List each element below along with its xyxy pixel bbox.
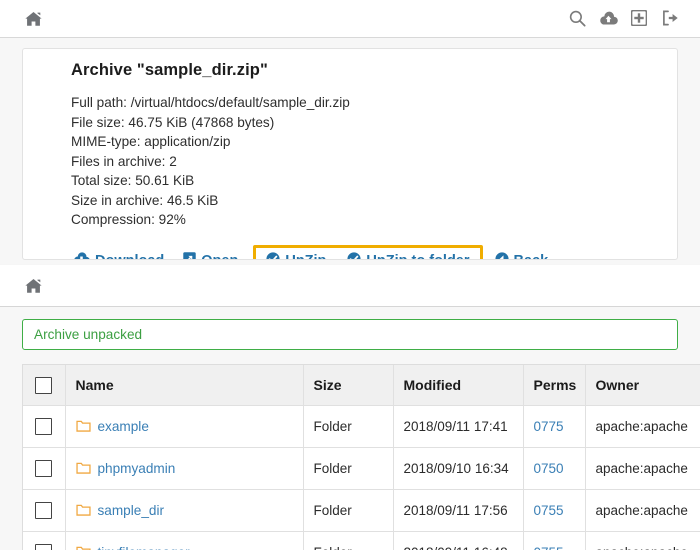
row-checkbox[interactable]	[35, 544, 52, 550]
header-name[interactable]: Name	[65, 365, 303, 405]
unzip-actions-highlight: UnZip UnZip to folder	[253, 245, 482, 261]
row-size: Folder	[303, 531, 393, 550]
open-label: Open	[201, 253, 238, 261]
folder-icon	[76, 462, 91, 474]
row-modified: 2018/09/10 16:34	[393, 447, 523, 489]
row-perms-cell: 0775	[523, 405, 585, 447]
perms-link[interactable]: 0755	[534, 545, 564, 550]
file-name-link[interactable]: sample_dir	[98, 503, 165, 518]
file-table-head: Name Size Modified Perms Owner	[23, 365, 700, 405]
archive-title: Archive "sample_dir.zip"	[71, 61, 677, 80]
second-navbar	[0, 265, 700, 307]
top-navbar	[0, 0, 700, 38]
unzip-to-folder-link[interactable]: UnZip to folder	[345, 249, 471, 261]
external-link-icon	[183, 252, 196, 260]
check-circle-icon	[266, 252, 280, 261]
search-icon[interactable]	[567, 7, 587, 29]
cloud-download-icon	[73, 252, 90, 260]
file-name-link[interactable]: phpmyadmin	[98, 461, 176, 476]
row-select-cell	[23, 489, 65, 531]
perms-link[interactable]: 0755	[534, 503, 564, 518]
home-icon[interactable]	[22, 275, 44, 297]
header-perms[interactable]: Perms	[523, 365, 585, 405]
row-size: Folder	[303, 489, 393, 531]
row-size: Folder	[303, 447, 393, 489]
header-size[interactable]: Size	[303, 365, 393, 405]
status-alert: Archive unpacked	[22, 319, 678, 350]
file-table-body: example Folder 2018/09/11 17:41 0775 apa…	[23, 405, 700, 550]
open-link[interactable]: Open	[181, 249, 240, 260]
archive-detail-full-path: Full path: /virtual/htdocs/default/sampl…	[71, 93, 677, 113]
unzip-to-folder-label: UnZip to folder	[366, 253, 469, 261]
row-name-cell: phpmyadmin	[65, 447, 303, 489]
row-size: Folder	[303, 405, 393, 447]
table-row: sample_dir Folder 2018/09/11 17:56 0755 …	[23, 489, 700, 531]
row-checkbox[interactable]	[35, 418, 52, 435]
archive-info-area: Archive "sample_dir.zip" Full path: /vir…	[0, 38, 700, 265]
sign-out-icon[interactable]	[660, 7, 680, 29]
header-modified[interactable]: Modified	[393, 365, 523, 405]
row-perms-cell: 0755	[523, 489, 585, 531]
topbar-actions	[567, 7, 680, 29]
home-icon[interactable]	[22, 8, 44, 30]
screen: Archive "sample_dir.zip" Full path: /vir…	[0, 0, 700, 550]
row-checkbox[interactable]	[35, 502, 52, 519]
folder-icon	[76, 504, 91, 516]
archive-detail-compression: Compression: 92%	[71, 210, 677, 230]
row-perms-cell: 0755	[523, 531, 585, 550]
download-link[interactable]: Download	[71, 249, 166, 260]
plus-square-icon[interactable]	[629, 7, 649, 29]
folder-icon	[76, 546, 91, 550]
row-modified: 2018/09/11 16:48	[393, 531, 523, 550]
table-row: example Folder 2018/09/11 17:41 0775 apa…	[23, 405, 700, 447]
folder-icon	[76, 420, 91, 432]
row-checkbox[interactable]	[35, 460, 52, 477]
archive-detail-size-in-archive: Size in archive: 46.5 KiB	[71, 191, 677, 211]
archive-detail-mime-type: MIME-type: application/zip	[71, 132, 677, 152]
file-name-link[interactable]: example	[98, 419, 149, 434]
arrow-circle-left-icon	[495, 252, 509, 261]
select-all-checkbox[interactable]	[35, 377, 52, 394]
back-link[interactable]: Back	[493, 249, 551, 261]
row-select-cell	[23, 447, 65, 489]
download-label: Download	[95, 253, 164, 261]
row-modified: 2018/09/11 17:41	[393, 405, 523, 447]
row-modified: 2018/09/11 17:56	[393, 489, 523, 531]
archive-detail-total-size: Total size: 50.61 KiB	[71, 171, 677, 191]
check-circle-icon	[347, 252, 361, 261]
select-all-header	[23, 365, 65, 405]
row-owner: apache:apache	[585, 531, 700, 550]
row-owner: apache:apache	[585, 405, 700, 447]
unzip-link[interactable]: UnZip	[264, 249, 328, 261]
archive-detail-file-size: File size: 46.75 KiB (47868 bytes)	[71, 113, 677, 133]
row-perms-cell: 0750	[523, 447, 585, 489]
table-row: phpmyadmin Folder 2018/09/10 16:34 0750 …	[23, 447, 700, 489]
archive-detail-files-count: Files in archive: 2	[71, 152, 677, 172]
file-manager-area: Archive unpacked Name Size Modified Perm…	[0, 307, 700, 550]
row-name-cell: example	[65, 405, 303, 447]
perms-link[interactable]: 0775	[534, 419, 564, 434]
archive-actions: Download Open	[71, 246, 677, 261]
row-select-cell	[23, 531, 65, 550]
row-select-cell	[23, 405, 65, 447]
archive-info-panel: Archive "sample_dir.zip" Full path: /vir…	[22, 48, 678, 260]
file-table: Name Size Modified Perms Owner	[23, 365, 700, 550]
cloud-upload-icon[interactable]	[598, 7, 618, 29]
file-table-container: Name Size Modified Perms Owner	[22, 364, 700, 550]
perms-link[interactable]: 0750	[534, 461, 564, 476]
unzip-label: UnZip	[285, 253, 326, 261]
row-owner: apache:apache	[585, 489, 700, 531]
table-header-row: Name Size Modified Perms Owner	[23, 365, 700, 405]
row-owner: apache:apache	[585, 447, 700, 489]
row-name-cell: tinyfilemanager	[65, 531, 303, 550]
status-alert-text: Archive unpacked	[34, 327, 142, 342]
table-row: tinyfilemanager Folder 2018/09/11 16:48 …	[23, 531, 700, 550]
back-label: Back	[514, 253, 549, 261]
row-name-cell: sample_dir	[65, 489, 303, 531]
file-name-link[interactable]: tinyfilemanager	[98, 545, 190, 550]
header-owner[interactable]: Owner	[585, 365, 700, 405]
